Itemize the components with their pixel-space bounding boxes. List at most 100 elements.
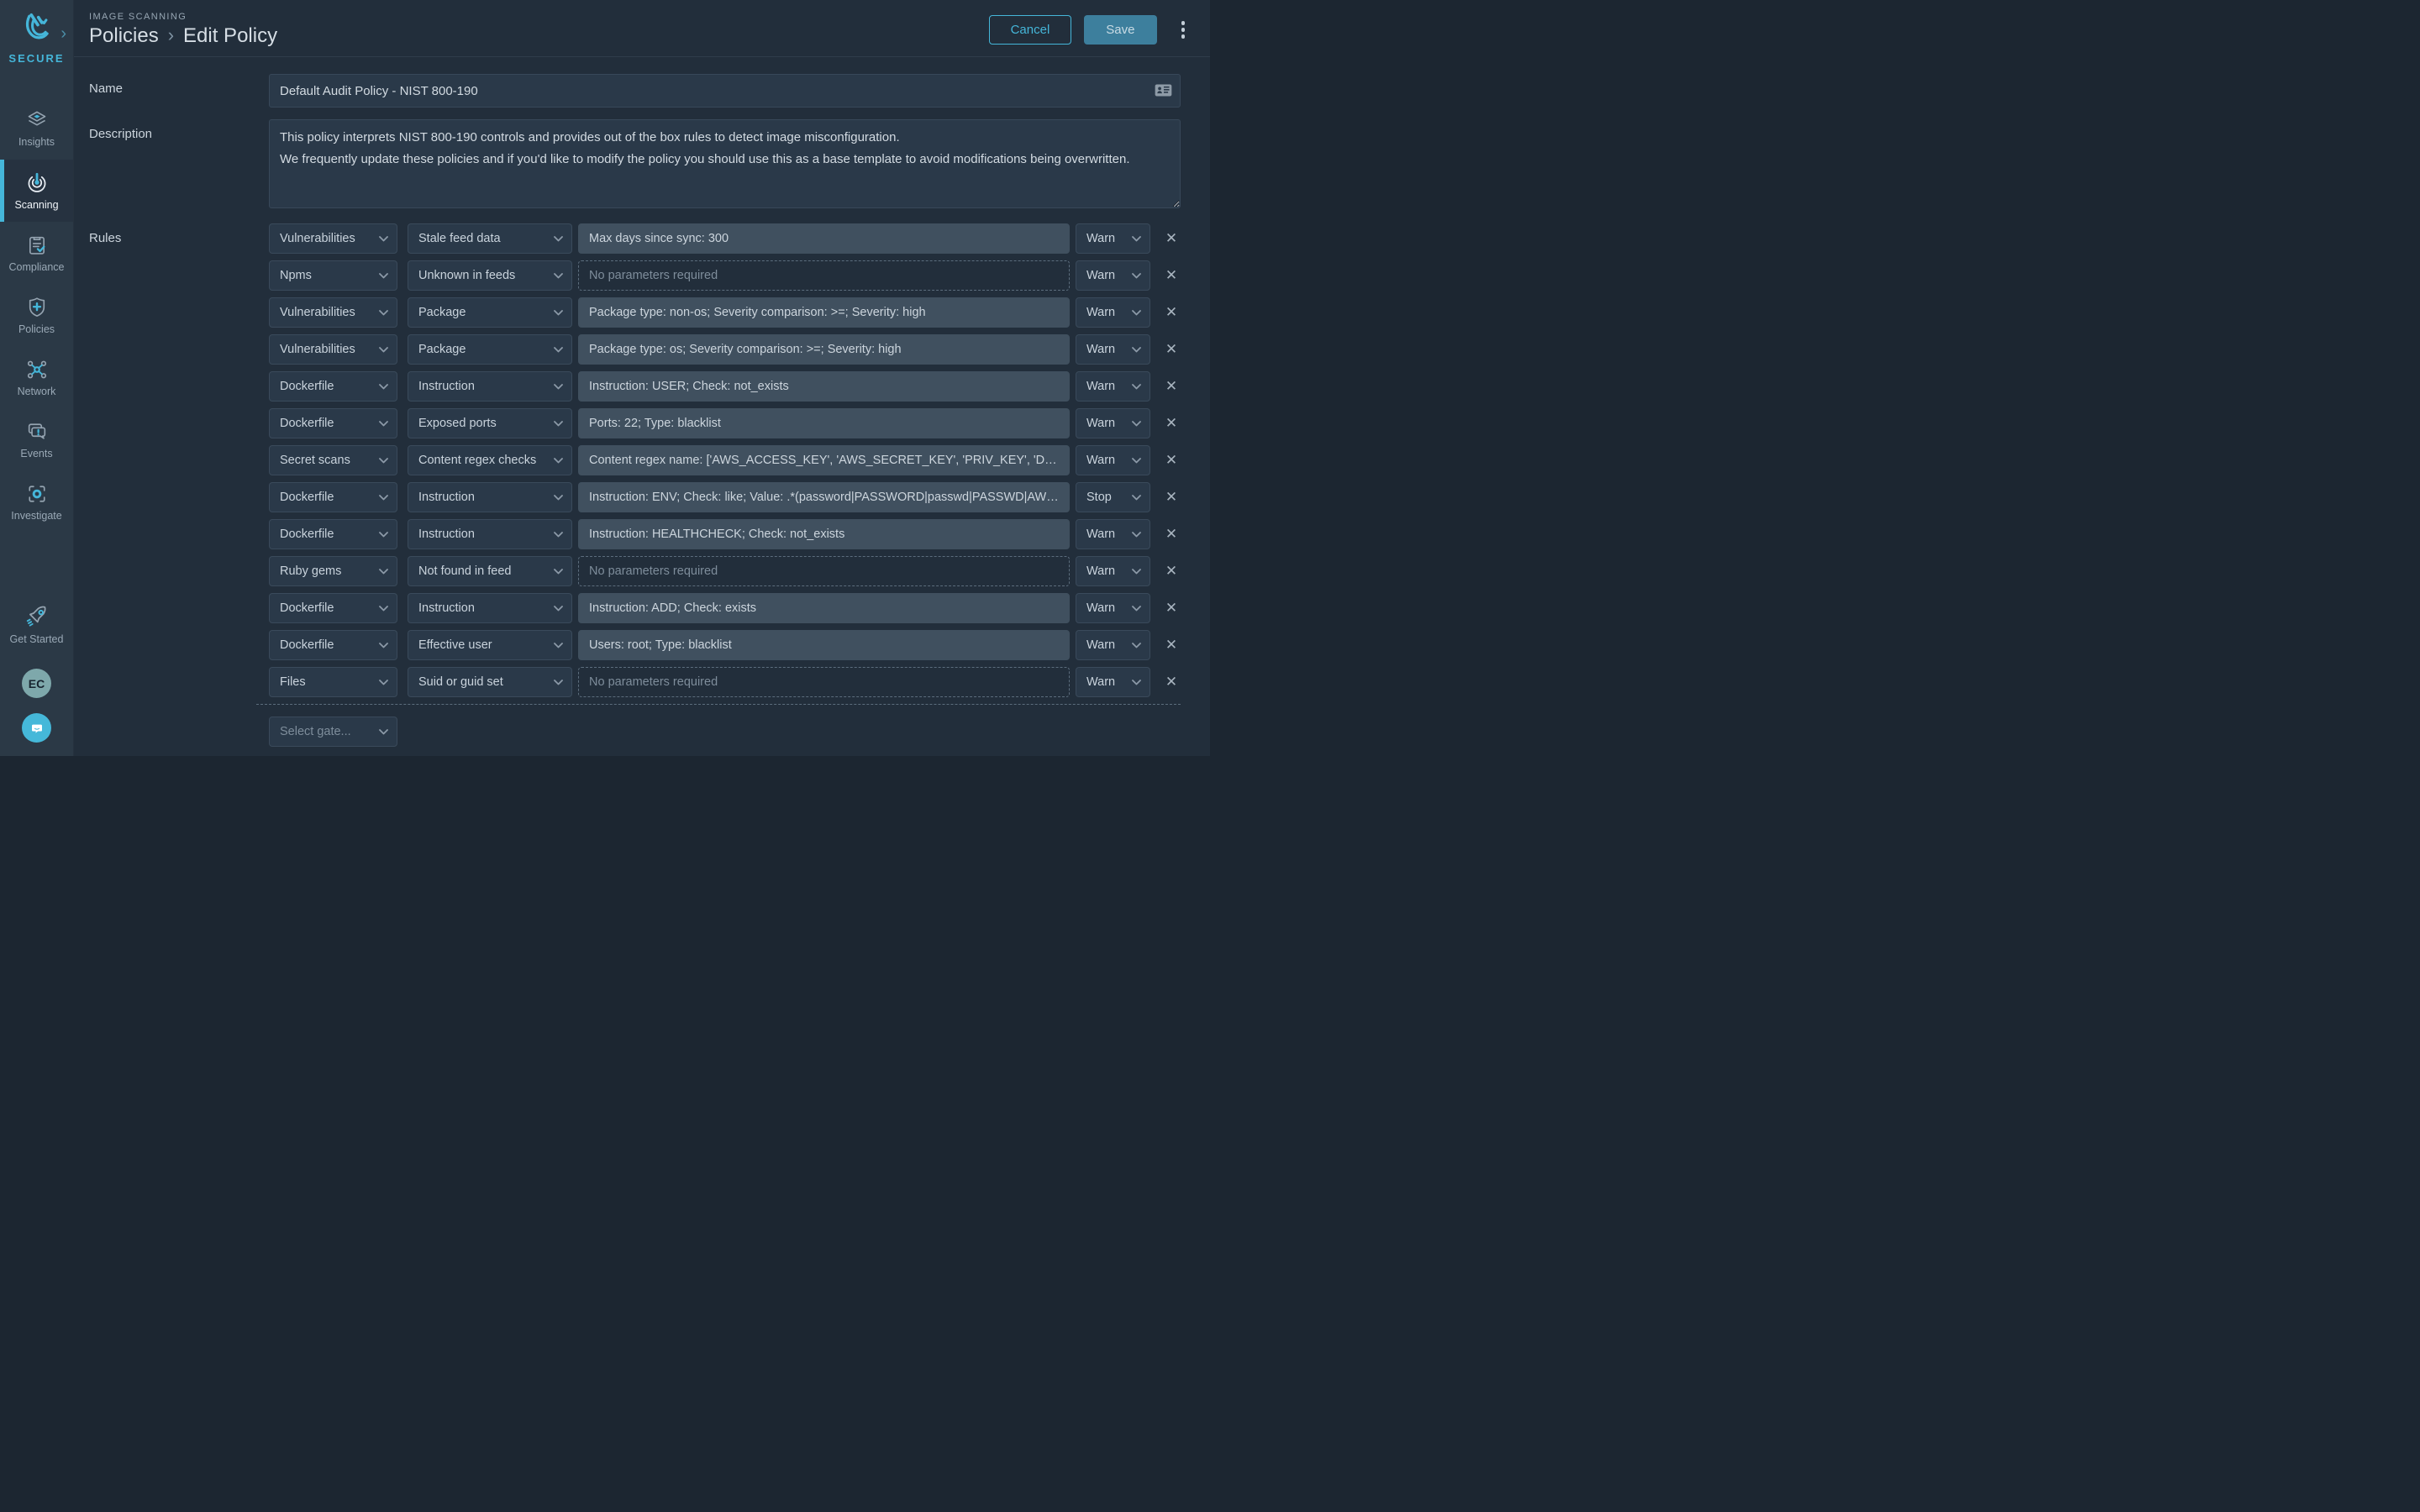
breadcrumb-policies-link[interactable]: Policies — [89, 24, 159, 48]
sidebar-item-investigate[interactable]: Investigate — [0, 470, 73, 533]
viewfinder-icon — [28, 485, 45, 502]
rule-parameters[interactable]: Package type: non-os; Severity compariso… — [578, 297, 1070, 328]
chevron-down-icon — [379, 346, 388, 352]
trigger-dropdown[interactable]: Instruction — [408, 482, 572, 512]
rule-parameters-text: Package type: non-os; Severity compariso… — [589, 306, 926, 319]
sidebar-item-network[interactable]: Network — [0, 346, 73, 408]
remove-rule-icon[interactable]: ✕ — [1162, 593, 1181, 623]
chevron-down-icon — [554, 494, 563, 500]
remove-rule-icon[interactable]: ✕ — [1162, 297, 1181, 328]
gate-dropdown[interactable]: Vulnerabilities — [269, 297, 397, 328]
rule-parameters[interactable]: Instruction: HEALTHCHECK; Check: not_exi… — [578, 519, 1070, 549]
gate-dropdown[interactable]: Files — [269, 667, 397, 697]
chevron-down-icon — [379, 235, 388, 241]
action-dropdown[interactable]: Warn — [1076, 408, 1150, 438]
trigger-dropdown[interactable]: Package — [408, 334, 572, 365]
remove-rule-icon[interactable]: ✕ — [1162, 260, 1181, 291]
remove-rule-icon[interactable]: ✕ — [1162, 630, 1181, 660]
trigger-dropdown[interactable]: Not found in feed — [408, 556, 572, 586]
sidebar-item-compliance[interactable]: Compliance — [0, 222, 73, 284]
action-dropdown[interactable]: Warn — [1076, 334, 1150, 365]
action-dropdown[interactable]: Warn — [1076, 630, 1150, 660]
action-dropdown[interactable]: Warn — [1076, 260, 1150, 291]
chat-bubble-button[interactable] — [22, 713, 51, 743]
cancel-button[interactable]: Cancel — [988, 15, 1072, 45]
trigger-dropdown[interactable]: Suid or guid set — [408, 667, 572, 697]
remove-rule-icon[interactable]: ✕ — [1162, 482, 1181, 512]
sidebar-item-get-started[interactable]: Get Started — [0, 593, 73, 655]
action-dropdown[interactable]: Warn — [1076, 223, 1150, 254]
gate-value: Vulnerabilities — [280, 232, 355, 245]
action-dropdown[interactable]: Warn — [1076, 519, 1150, 549]
trigger-dropdown[interactable]: Stale feed data — [408, 223, 572, 254]
gate-dropdown[interactable]: Ruby gems — [269, 556, 397, 586]
remove-rule-icon[interactable]: ✕ — [1162, 445, 1181, 475]
select-gate-dropdown[interactable]: Select gate... — [269, 717, 397, 747]
gate-dropdown[interactable]: Dockerfile — [269, 371, 397, 402]
trigger-dropdown[interactable]: Exposed ports — [408, 408, 572, 438]
sidebar-item-scanning[interactable]: Scanning — [0, 160, 73, 222]
gate-dropdown[interactable]: Dockerfile — [269, 482, 397, 512]
rule-parameters[interactable]: Max days since sync: 300 — [578, 223, 1070, 254]
action-value: Warn — [1086, 675, 1116, 689]
sidebar-item-events[interactable]: Events — [0, 408, 73, 470]
sidebar-expand-chevron[interactable]: › — [60, 25, 66, 42]
rule-parameters: No parameters required — [578, 556, 1070, 586]
action-dropdown[interactable]: Warn — [1076, 667, 1150, 697]
sidebar-item-insights[interactable]: Insights — [0, 97, 73, 160]
edit-policy-form: Name Descr — [74, 57, 1210, 756]
gate-dropdown[interactable]: Dockerfile — [269, 630, 397, 660]
action-dropdown[interactable]: Warn — [1076, 556, 1150, 586]
trigger-dropdown[interactable]: Instruction — [408, 371, 572, 402]
rules-row: Rules Vulnerabilities Stale feed data Ma… — [89, 223, 1181, 753]
gate-dropdown[interactable]: Vulnerabilities — [269, 223, 397, 254]
action-value: Stop — [1086, 491, 1112, 504]
gate-dropdown[interactable]: Vulnerabilities — [269, 334, 397, 365]
sidebar-item-policies[interactable]: Policies — [0, 284, 73, 346]
trigger-dropdown[interactable]: Effective user — [408, 630, 572, 660]
trigger-dropdown[interactable]: Content regex checks — [408, 445, 572, 475]
action-dropdown[interactable]: Stop — [1076, 482, 1150, 512]
user-avatar[interactable]: EC — [22, 669, 51, 698]
remove-rule-icon[interactable]: ✕ — [1162, 371, 1181, 402]
trigger-dropdown[interactable]: Instruction — [408, 593, 572, 623]
gate-dropdown[interactable]: Dockerfile — [269, 593, 397, 623]
gate-dropdown[interactable]: Dockerfile — [269, 408, 397, 438]
rule-parameters[interactable]: Instruction: ADD; Check: exists — [578, 593, 1070, 623]
policy-name-input[interactable] — [269, 74, 1181, 108]
action-dropdown[interactable]: Warn — [1076, 297, 1150, 328]
rule-parameters[interactable]: Instruction: USER; Check: not_exists — [578, 371, 1070, 402]
gate-dropdown[interactable]: Dockerfile — [269, 519, 397, 549]
remove-rule-icon[interactable]: ✕ — [1162, 223, 1181, 254]
page-header: IMAGE SCANNING Policies › Edit Policy Ca… — [74, 0, 1210, 57]
rule-parameters[interactable]: Content regex name: ['AWS_ACCESS_KEY', '… — [578, 445, 1070, 475]
rule-parameters[interactable]: Ports: 22; Type: blacklist — [578, 408, 1070, 438]
rule-parameters[interactable]: Package type: os; Severity comparison: >… — [578, 334, 1070, 365]
trigger-dropdown[interactable]: Unknown in feeds — [408, 260, 572, 291]
action-dropdown[interactable]: Warn — [1076, 445, 1150, 475]
rule-parameters[interactable]: Instruction: ENV; Check: like; Value: .*… — [578, 482, 1070, 512]
action-dropdown[interactable]: Warn — [1076, 371, 1150, 402]
action-value: Warn — [1086, 528, 1116, 541]
remove-rule-icon[interactable]: ✕ — [1162, 556, 1181, 586]
trigger-dropdown[interactable]: Instruction — [408, 519, 572, 549]
remove-rule-icon[interactable]: ✕ — [1162, 667, 1181, 697]
policy-description-textarea[interactable]: This policy interprets NIST 800-190 cont… — [269, 119, 1181, 208]
kebab-menu-button[interactable] — [1178, 18, 1189, 42]
rules-list: Vulnerabilities Stale feed data Max days… — [269, 223, 1181, 697]
gate-dropdown[interactable]: Npms — [269, 260, 397, 291]
save-button[interactable]: Save — [1084, 15, 1157, 45]
remove-rule-icon[interactable]: ✕ — [1162, 408, 1181, 438]
contact-card-icon[interactable] — [1155, 84, 1172, 101]
trigger-dropdown[interactable]: Package — [408, 297, 572, 328]
chevron-down-icon — [379, 728, 388, 734]
remove-rule-icon[interactable]: ✕ — [1162, 519, 1181, 549]
clipboard-check-icon — [29, 236, 45, 255]
gate-value: Dockerfile — [280, 528, 334, 541]
action-dropdown[interactable]: Warn — [1076, 593, 1150, 623]
remove-rule-icon[interactable]: ✕ — [1162, 334, 1181, 365]
gate-dropdown[interactable]: Secret scans — [269, 445, 397, 475]
rule-parameters-text: Package type: os; Severity comparison: >… — [589, 343, 902, 356]
chevron-down-icon — [1132, 531, 1141, 537]
rule-parameters[interactable]: Users: root; Type: blacklist — [578, 630, 1070, 660]
